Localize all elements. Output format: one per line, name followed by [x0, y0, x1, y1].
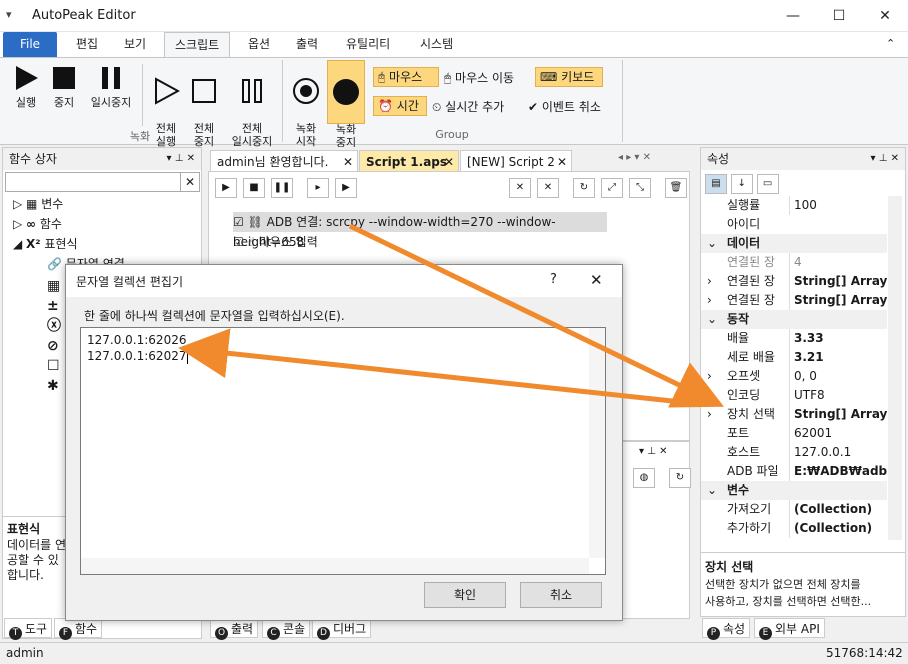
- annotation-arrows: [178, 223, 725, 408]
